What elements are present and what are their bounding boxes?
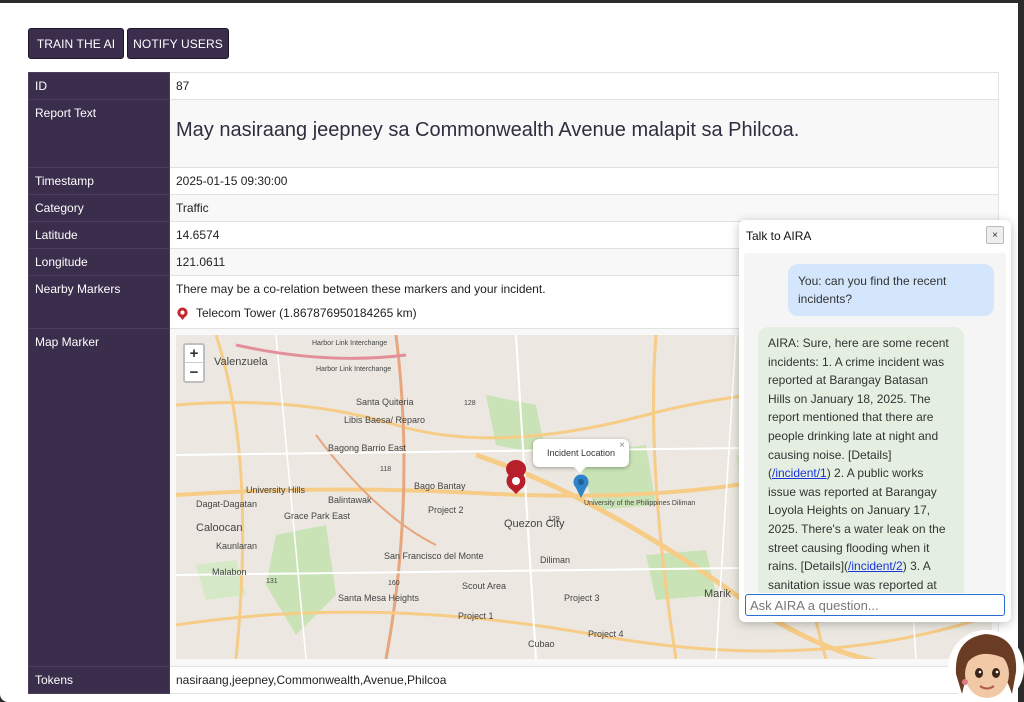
map-label: University of the Philippines Diliman: [584, 500, 695, 507]
chat-title: Talk to AIRA: [746, 229, 812, 243]
incident-popup: Incident Location ×: [533, 439, 629, 473]
map-label: 128: [464, 400, 476, 407]
field-label: Latitude: [28, 221, 170, 249]
notify-users-button[interactable]: NOTIFY USERS: [127, 28, 229, 59]
table-row: Tokens nasiraang,jeepney,Commonwealth,Av…: [28, 666, 999, 694]
map-label: Scout Area: [462, 581, 506, 591]
ai-text: ) 2. A public works issue was reported a…: [768, 466, 946, 574]
field-label: ID: [28, 72, 170, 100]
map-label: 129: [548, 516, 560, 523]
map-label: 160: [388, 580, 400, 587]
train-ai-button[interactable]: TRAIN THE AI: [28, 28, 124, 59]
map-pin-icon: [177, 306, 188, 320]
map-label: Grace Park East: [284, 511, 351, 521]
map-label: Project 1: [458, 611, 494, 621]
table-row: ID 87: [28, 72, 999, 100]
map-label: 118: [380, 466, 391, 473]
map-label: Malabon: [212, 567, 247, 577]
map-label: San Francisco del Monte: [384, 551, 484, 561]
field-label: Category: [28, 194, 170, 222]
map-label: Project 3: [564, 593, 600, 603]
popup-label: Incident Location: [546, 448, 616, 458]
field-label: Longitude: [28, 248, 170, 276]
map-label: Kaunlaran: [216, 541, 257, 551]
map-label: Bagong Barrio East: [328, 443, 407, 453]
chat-close-button[interactable]: ×: [986, 226, 1004, 244]
incident-link-2[interactable]: /incident/2: [848, 559, 903, 573]
map-label: Diliman: [540, 555, 570, 565]
nearby-marker-label: Telecom Tower (1.867876950184265 km): [196, 306, 417, 320]
chat-input[interactable]: [745, 594, 1005, 616]
map-label: Santa Mesa Heights: [338, 593, 420, 603]
timestamp-value: 2025-01-15 09:30:00: [169, 167, 999, 195]
ai-text: AIRA: Sure, here are some recent inciden…: [768, 336, 949, 481]
table-row: Timestamp 2025-01-15 09:30:00: [28, 167, 999, 195]
map-label: Dagat-Dagatan: [196, 499, 257, 509]
zoom-in-button[interactable]: +: [185, 345, 203, 363]
report-text-value: May nasiraang jeepney sa Commonwealth Av…: [176, 119, 800, 141]
id-value: 87: [169, 72, 999, 100]
table-row: Category Traffic: [28, 194, 999, 222]
map-label: Harbor Link Interchange: [312, 340, 387, 347]
user-message: You: can you find the recent incidents?: [788, 264, 994, 316]
map-label: Bago Bantay: [414, 481, 466, 491]
field-label: Map Marker: [28, 328, 170, 667]
map-label: Marik: [704, 588, 731, 600]
map-label: Santa Quiteria: [356, 397, 414, 407]
popup-close-icon[interactable]: ×: [619, 440, 625, 451]
map-label: 131: [266, 578, 278, 585]
zoom-out-button[interactable]: −: [185, 363, 203, 381]
tokens-value: nasiraang,jeepney,Commonwealth,Avenue,Ph…: [169, 666, 999, 694]
ai-message: AIRA: Sure, here are some recent inciden…: [758, 327, 964, 593]
assistant-avatar[interactable]: [944, 624, 1024, 702]
chat-panel: Talk to AIRA × You: can you find the rec…: [739, 220, 1011, 622]
field-label: Report Text: [28, 99, 170, 168]
map-label: Valenzuela: [214, 356, 268, 368]
map-label: Caloocan: [196, 522, 242, 534]
chat-messages[interactable]: You: can you find the recent incidents? …: [744, 253, 1006, 593]
zoom-control: + −: [183, 343, 205, 383]
map-label: Project 4: [588, 629, 624, 639]
map-label: Balintawak: [328, 495, 372, 505]
map-label: Harbor Link Interchange: [316, 366, 391, 373]
report-text-cell: May nasiraang jeepney sa Commonwealth Av…: [169, 99, 999, 168]
table-row: Report Text May nasiraang jeepney sa Com…: [28, 99, 999, 168]
field-label: Timestamp: [28, 167, 170, 195]
map-label: University Hills: [246, 485, 306, 495]
map-label: Cubao: [528, 639, 555, 649]
incident-link-1[interactable]: /incident/1: [772, 466, 827, 480]
field-label: Nearby Markers: [28, 275, 170, 329]
field-label: Tokens: [28, 666, 170, 694]
map-label: Libis Baesa/ Reparo: [344, 415, 425, 425]
category-value: Traffic: [169, 194, 999, 222]
map-label: Project 2: [428, 505, 464, 515]
